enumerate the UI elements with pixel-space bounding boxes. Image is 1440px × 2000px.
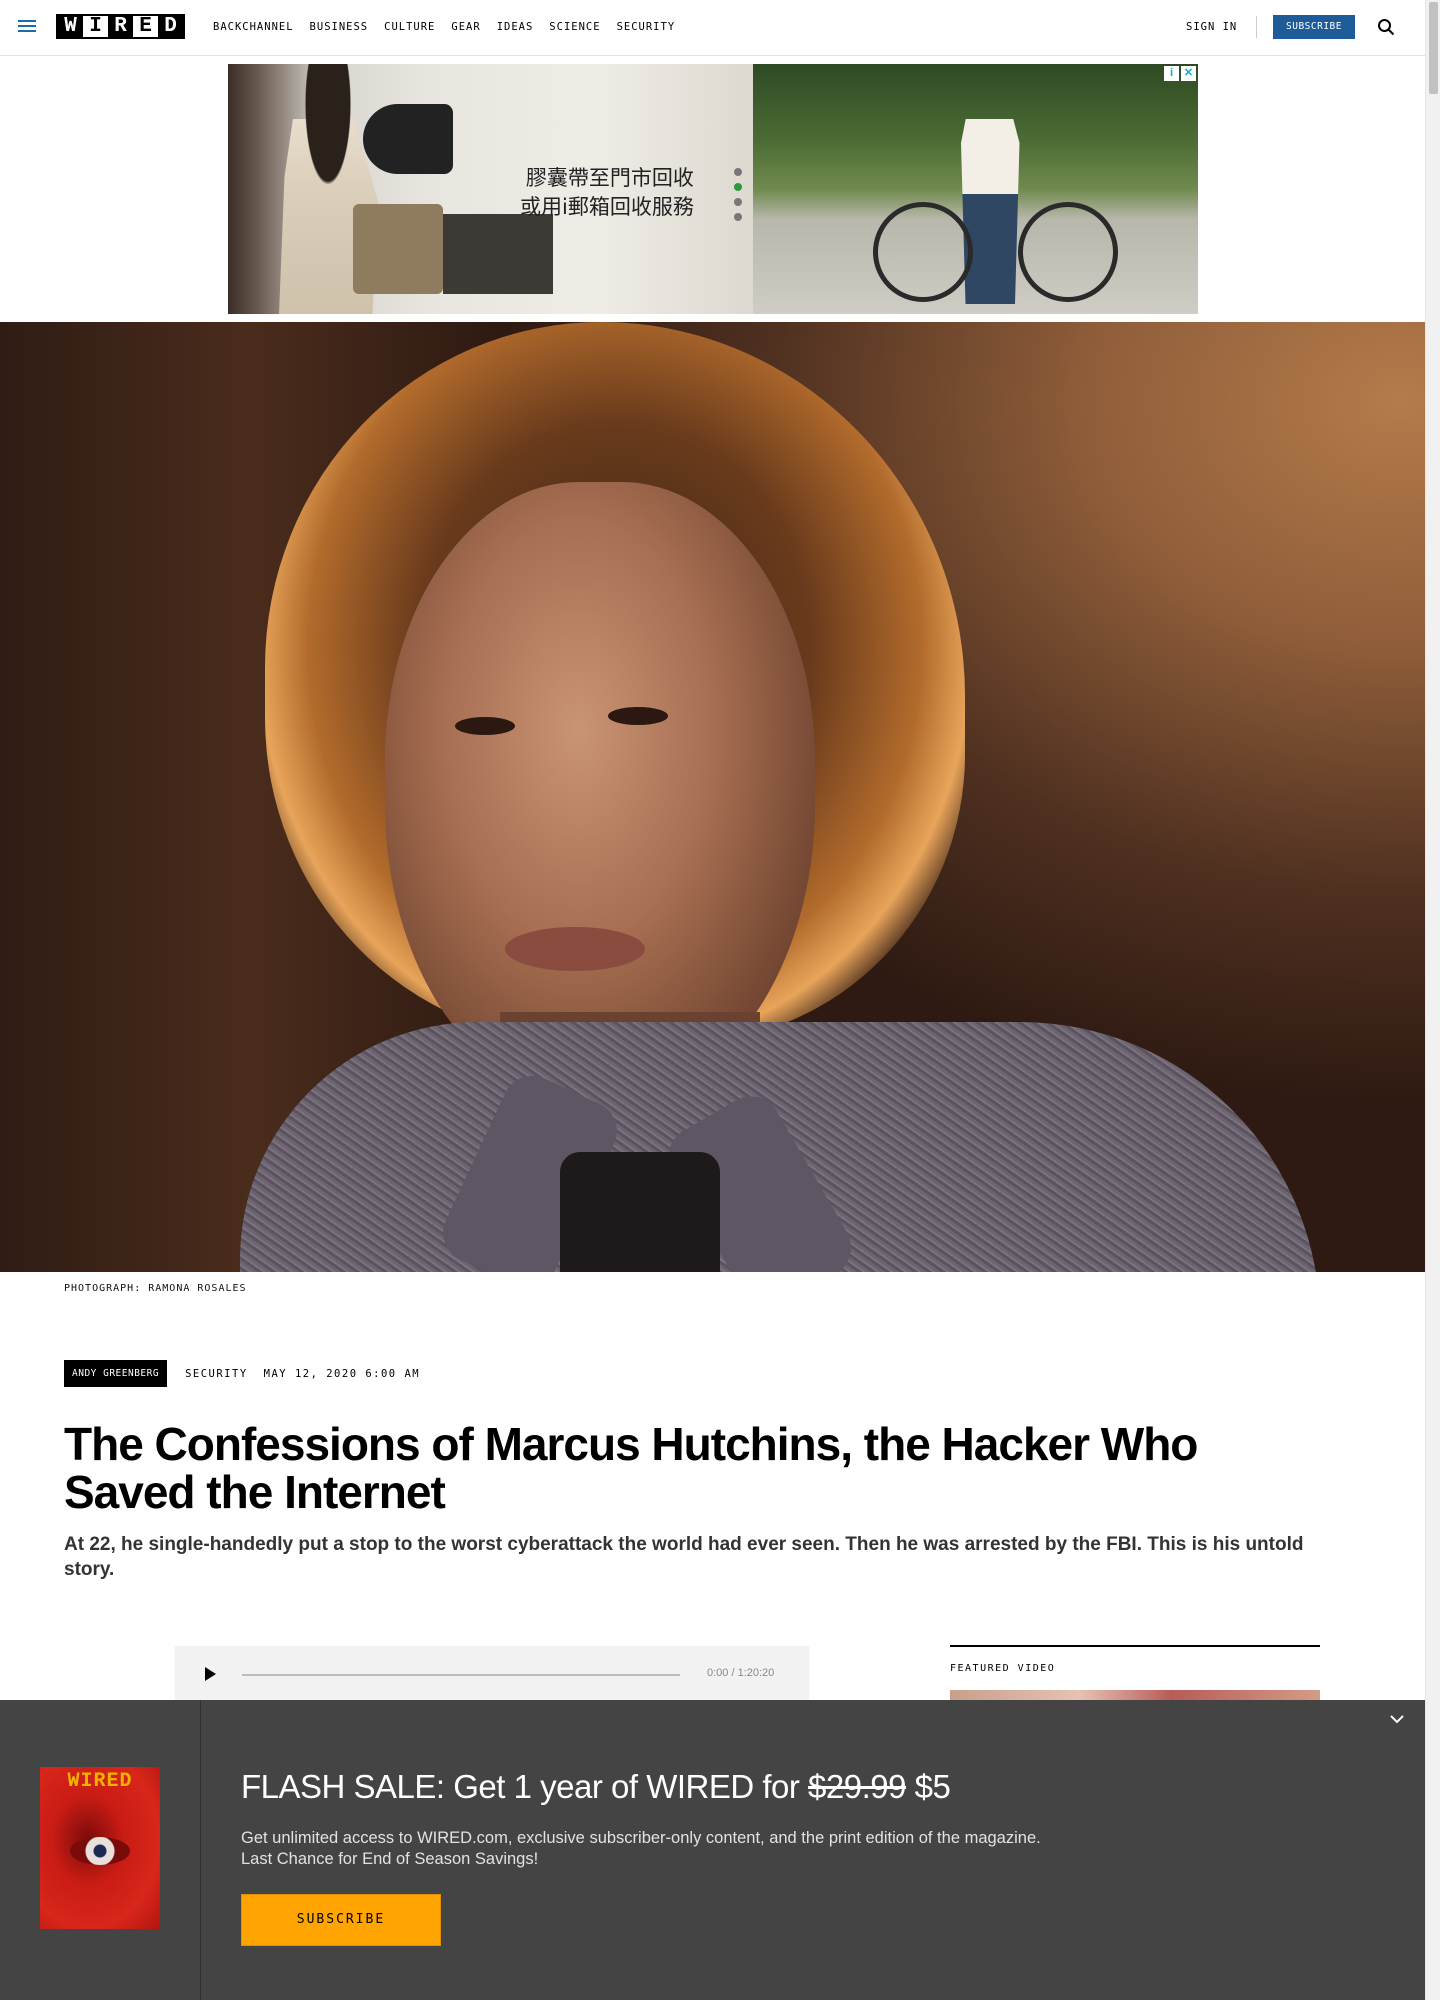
promo-title-text: FLASH SALE: Get 1 year of WIRED for bbox=[241, 1768, 809, 1805]
subscribe-button[interactable]: SUBSCRIBE bbox=[1273, 15, 1355, 39]
category-link[interactable]: SECURITY bbox=[185, 1368, 248, 1380]
banner-divider bbox=[200, 1700, 201, 2000]
logo-letter: I bbox=[83, 16, 108, 37]
promo-desc-line: Last Chance for End of Season Savings! bbox=[241, 1850, 539, 1868]
ad-text-line: 或用i郵箱回收服務 bbox=[520, 195, 694, 219]
logo-letter: E bbox=[133, 16, 158, 37]
article-dek: At 22, he single-handedly put a stop to … bbox=[64, 1534, 1304, 1580]
author-badge[interactable]: ANDY GREENBERG bbox=[64, 1360, 168, 1387]
nav-link-business[interactable]: BUSINESS bbox=[310, 21, 369, 33]
ad-text: 膠囊帶至門市回收 或用i郵箱回收服務 bbox=[520, 164, 694, 222]
nav-link-science[interactable]: SCIENCE bbox=[549, 21, 600, 33]
top-nav: W I R E D BACKCHANNEL BUSINESS CULTURE G… bbox=[0, 0, 1425, 56]
ad-bike-wheel bbox=[1018, 202, 1118, 302]
advertisement-banner[interactable]: 膠囊帶至門市回收 或用i郵箱回收服務 i ✕ bbox=[228, 64, 1198, 314]
publish-date: MAY 12, 2020 6:00 AM bbox=[263, 1367, 421, 1380]
ad-carousel-dots[interactable] bbox=[734, 168, 742, 228]
nav-link-backchannel[interactable]: BACKCHANNEL bbox=[213, 21, 294, 33]
logo-letter: W bbox=[58, 16, 83, 37]
nav-link-culture[interactable]: CULTURE bbox=[384, 21, 435, 33]
new-price: $5 bbox=[905, 1768, 951, 1805]
section-nav: BACKCHANNEL BUSINESS CULTURE GEAR IDEAS … bbox=[213, 21, 675, 33]
ad-counter-image bbox=[443, 214, 553, 294]
ad-coffee-machine-image bbox=[363, 104, 453, 174]
cover-eye-image bbox=[70, 1837, 130, 1865]
flash-sale-banner: WIRED FLASH SALE: Get 1 year of WIRED fo… bbox=[0, 1700, 1425, 2000]
article-title: The Confessions of Marcus Hutchins, the … bbox=[64, 1418, 1198, 1518]
page-scrollbar[interactable] bbox=[1425, 0, 1440, 2000]
photo-credit: PHOTOGRAPH: RAMONA ROSALES bbox=[64, 1283, 247, 1294]
nav-link-ideas[interactable]: IDEAS bbox=[497, 21, 534, 33]
sign-in-link[interactable]: SIGN IN bbox=[1186, 21, 1237, 33]
wired-logo[interactable]: W I R E D bbox=[56, 14, 185, 39]
ad-choices[interactable]: i ✕ bbox=[1164, 66, 1196, 81]
promo-subscribe-button[interactable]: SUBSCRIBE bbox=[241, 1894, 441, 1946]
ad-close-icon[interactable]: ✕ bbox=[1181, 66, 1196, 81]
nav-link-gear[interactable]: GEAR bbox=[451, 21, 480, 33]
hero-photo bbox=[0, 322, 1425, 1272]
menu-icon[interactable] bbox=[18, 20, 36, 34]
logo-letter: D bbox=[158, 16, 183, 37]
magazine-cover: WIRED bbox=[40, 1767, 160, 1929]
scrollbar-thumb[interactable] bbox=[1429, 2, 1438, 94]
nav-divider bbox=[1256, 16, 1257, 38]
featured-video-label: FEATURED VIDEO bbox=[950, 1663, 1056, 1674]
ad-panel-right: i ✕ bbox=[753, 64, 1198, 314]
audio-progress-track[interactable] bbox=[242, 1674, 680, 1676]
nav-link-security[interactable]: SECURITY bbox=[617, 21, 676, 33]
promo-desc-line: Get unlimited access to WIRED.com, exclu… bbox=[241, 1829, 1041, 1847]
play-icon[interactable] bbox=[205, 1667, 216, 1681]
audio-player: 0:00 / 1:20:20 bbox=[175, 1646, 809, 1702]
promo-title: FLASH SALE: Get 1 year of WIRED for $29.… bbox=[241, 1768, 951, 1806]
ad-bike-wheel bbox=[873, 202, 973, 302]
ad-text-line: 膠囊帶至門市回收 bbox=[525, 166, 694, 190]
article-meta: ANDY GREENBERG SECURITY MAY 12, 2020 6:0… bbox=[64, 1360, 420, 1387]
old-price: $29.99 bbox=[808, 1768, 906, 1805]
collapse-chevron-icon[interactable] bbox=[1390, 1712, 1404, 1726]
promo-description: Get unlimited access to WIRED.com, exclu… bbox=[241, 1828, 1141, 1870]
ad-recycle-box-image bbox=[353, 204, 443, 294]
logo-letter: R bbox=[108, 16, 133, 37]
featured-video-rule bbox=[950, 1645, 1320, 1647]
search-icon[interactable] bbox=[1377, 18, 1395, 36]
ad-panel-left: 膠囊帶至門市回收 或用i郵箱回收服務 bbox=[228, 64, 753, 314]
audio-time: 0:00 / 1:20:20 bbox=[707, 1667, 775, 1679]
cover-logo: WIRED bbox=[67, 1770, 133, 1793]
ad-info-icon[interactable]: i bbox=[1164, 66, 1179, 81]
